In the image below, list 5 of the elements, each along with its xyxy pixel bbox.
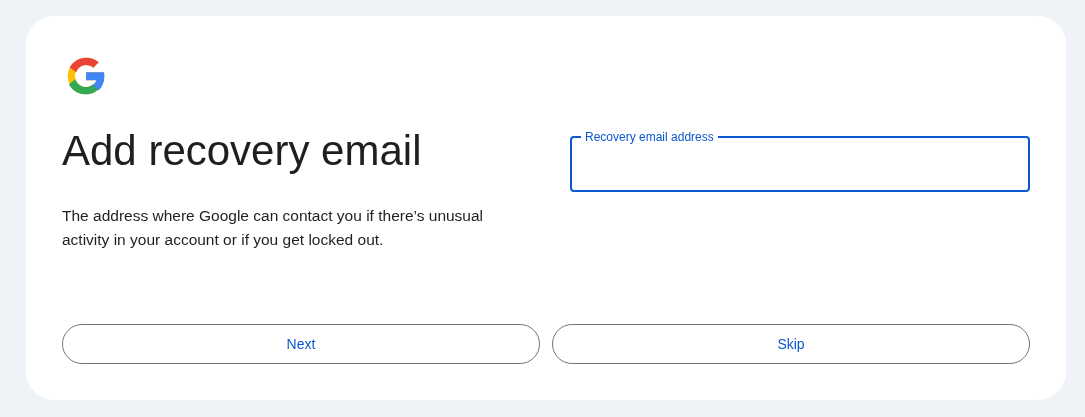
- action-button[interactable]: Next: [62, 324, 540, 364]
- field-label: Recovery email address: [581, 129, 718, 145]
- page-title: Add recovery email: [62, 128, 423, 175]
- action-button[interactable]: Skip: [552, 324, 1030, 364]
- description-text: The address where Google can contact you if there’s unusual activity in your account or if you get locked out.: [62, 206, 485, 251]
